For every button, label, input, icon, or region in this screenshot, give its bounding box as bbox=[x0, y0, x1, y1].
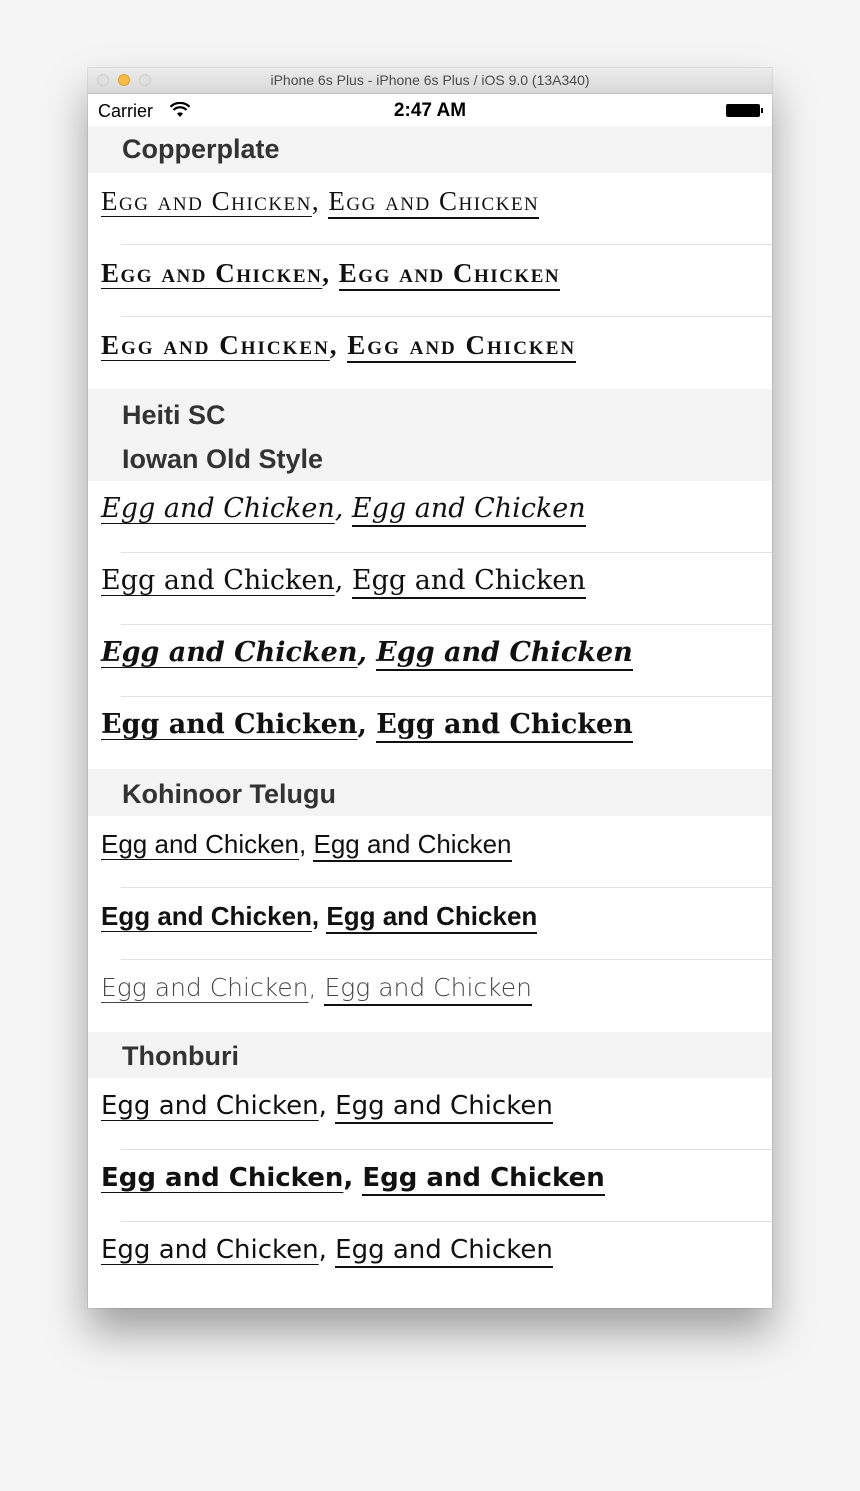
row-text-bordered: Egg and Chicken bbox=[326, 902, 538, 934]
row-text-separator: , bbox=[318, 1235, 336, 1265]
row-text-separator: , bbox=[322, 258, 339, 288]
row-text-underlined: Egg and Chicken bbox=[101, 901, 312, 931]
row-text-bordered: Egg and Chicken bbox=[335, 1092, 553, 1124]
row-text-underlined: Egg and Chicken bbox=[101, 1091, 319, 1121]
table-row[interactable]: Egg and Chicken, Egg and Chicken bbox=[88, 245, 772, 317]
row-text-separator: , bbox=[334, 493, 352, 524]
table-row[interactable]: Egg and Chicken, Egg and Chicken bbox=[88, 888, 772, 960]
table-row[interactable]: Egg and Chicken, Egg and Chicken bbox=[88, 1150, 772, 1222]
table-row[interactable]: Egg and Chicken, Egg and Chicken bbox=[88, 697, 772, 769]
status-bar: Carrier 2:47 AM bbox=[88, 94, 772, 126]
row-text-separator: , bbox=[311, 186, 329, 216]
row-text-bordered: Egg and Chicken bbox=[328, 187, 540, 219]
simulator-window: iPhone 6s Plus - iPhone 6s Plus / iOS 9.… bbox=[88, 68, 772, 1308]
battery-icon bbox=[726, 104, 763, 117]
window-titlebar: iPhone 6s Plus - iPhone 6s Plus / iOS 9.… bbox=[88, 68, 772, 94]
row-text-separator: , bbox=[299, 829, 314, 859]
row-text-bordered: Egg and Chicken bbox=[347, 331, 577, 363]
row-text-separator: , bbox=[357, 709, 377, 740]
row-text-underlined: Egg and Chicken bbox=[101, 973, 309, 1002]
row-text-separator: , bbox=[357, 637, 377, 668]
row-text-underlined: Egg and Chicken bbox=[101, 258, 323, 288]
row-text-underlined: Egg and Chicken bbox=[101, 186, 312, 216]
row-text-separator: , bbox=[343, 1163, 363, 1193]
row-text-bordered: Egg and Chicken bbox=[351, 567, 586, 599]
section-header-thonburi: Thonburi bbox=[88, 1032, 772, 1078]
row-text-separator: , bbox=[334, 565, 352, 596]
row-text-underlined: Egg and Chicken bbox=[101, 493, 335, 524]
table-row[interactable]: Egg and Chicken, Egg and Chicken bbox=[88, 173, 772, 245]
minimize-window-button[interactable] bbox=[118, 74, 130, 86]
row-text-bordered: Egg and Chicken bbox=[376, 711, 633, 743]
row-text-bordered: Egg and Chicken bbox=[376, 639, 633, 671]
row-text-separator: , bbox=[329, 330, 348, 360]
row-text-bordered: Egg and Chicken bbox=[324, 974, 532, 1006]
row-text-separator: , bbox=[311, 901, 327, 931]
row-text-underlined: Egg and Chicken bbox=[101, 1163, 344, 1193]
row-text-underlined: Egg and Chicken bbox=[101, 709, 358, 740]
table-row[interactable]: Egg and Chicken, Egg and Chicken bbox=[88, 1222, 772, 1294]
row-text-bordered: Egg and Chicken bbox=[335, 1236, 553, 1268]
section-header-iowan: Iowan Old Style bbox=[88, 437, 772, 481]
table-row[interactable]: Egg and Chicken, Egg and Chicken bbox=[88, 481, 772, 553]
row-text-separator: , bbox=[308, 973, 325, 1002]
zoom-window-button[interactable] bbox=[139, 74, 151, 86]
row-text-bordered: Egg and Chicken bbox=[362, 1164, 605, 1196]
row-text-bordered: Egg and Chicken bbox=[338, 259, 561, 291]
close-window-button[interactable] bbox=[97, 74, 109, 86]
table-row[interactable]: Egg and Chicken, Egg and Chicken bbox=[88, 1078, 772, 1150]
table-row[interactable]: Egg and Chicken, Egg and Chicken bbox=[88, 816, 772, 888]
row-text-underlined: Egg and Chicken bbox=[101, 330, 330, 360]
status-time: 2:47 AM bbox=[393, 100, 467, 121]
row-text-separator: , bbox=[318, 1091, 336, 1121]
row-text-underlined: Egg and Chicken bbox=[101, 1235, 319, 1265]
table-row[interactable]: Egg and Chicken, Egg and Chicken bbox=[88, 960, 772, 1032]
window-title: iPhone 6s Plus - iPhone 6s Plus / iOS 9.… bbox=[270, 72, 590, 88]
row-text-underlined: Egg and Chicken bbox=[101, 829, 300, 859]
section-header-kohinoor: Kohinoor Telugu bbox=[88, 769, 772, 816]
section-header-copperplate: Copperplate bbox=[88, 126, 772, 173]
section-header-heiti: Heiti SC bbox=[88, 389, 772, 437]
table-row[interactable]: Egg and Chicken, Egg and Chicken bbox=[88, 317, 772, 389]
row-text-underlined: Egg and Chicken bbox=[101, 565, 335, 596]
table-row[interactable]: Egg and Chicken, Egg and Chicken bbox=[88, 553, 772, 625]
row-text-bordered: Egg and Chicken bbox=[313, 830, 512, 862]
row-text-underlined: Egg and Chicken bbox=[101, 637, 358, 668]
row-text-bordered: Egg and Chicken bbox=[351, 495, 586, 527]
table-row[interactable]: Egg and Chicken, Egg and Chicken bbox=[88, 625, 772, 697]
